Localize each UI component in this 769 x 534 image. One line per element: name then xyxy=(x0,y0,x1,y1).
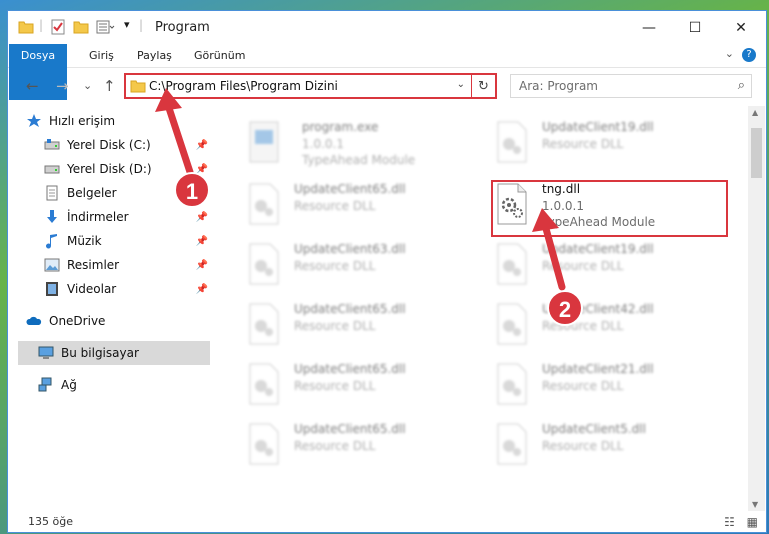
arrowhead-step-2 xyxy=(532,208,559,232)
arrow-step-1 xyxy=(164,101,194,176)
arrowhead-step-1 xyxy=(155,88,182,112)
step-1-badge: 1 xyxy=(174,172,210,208)
arrow-step-2 xyxy=(541,221,566,291)
step-2-badge: 2 xyxy=(547,290,583,326)
annotation-arrows xyxy=(155,88,566,291)
